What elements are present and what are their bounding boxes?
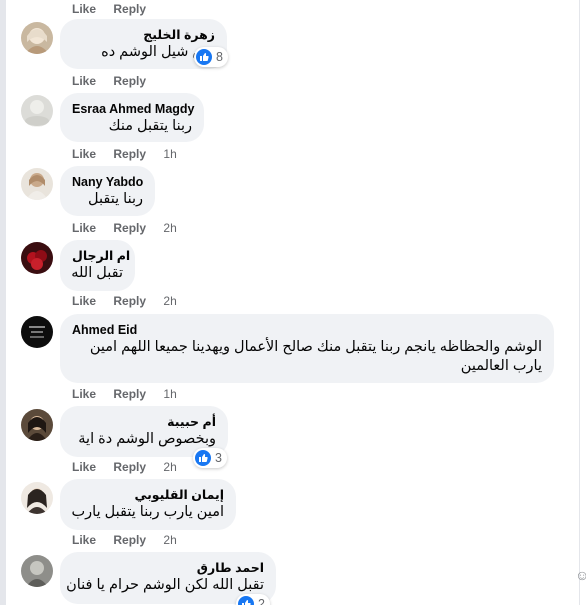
comment-actions: Like Reply 1h bbox=[72, 386, 177, 402]
comment-author[interactable]: احمد طارق bbox=[72, 560, 264, 576]
comment-author[interactable]: زهرة الخليج bbox=[72, 27, 215, 43]
like-icon bbox=[196, 49, 212, 65]
reply-link[interactable]: Reply bbox=[113, 387, 146, 401]
comment-time[interactable]: 2h bbox=[163, 533, 176, 547]
like-link[interactable]: Like bbox=[72, 74, 96, 88]
like-link[interactable]: Like bbox=[72, 533, 96, 547]
like-link[interactable]: Like bbox=[72, 147, 96, 161]
reaction-count: 8 bbox=[216, 50, 223, 64]
comment-bubble: إيمان القليوبي امين يارب ربنا يتقبل يارب bbox=[60, 479, 236, 530]
comment-bubble: Esraa Ahmed Magdy ربنا يتقبل منك bbox=[60, 93, 204, 142]
comment-actions: Like Reply 2h bbox=[72, 459, 177, 475]
comment-time[interactable]: 2h bbox=[163, 221, 176, 235]
comment-actions: Like Reply 2h bbox=[72, 220, 177, 236]
comment-text: تقبل الله لكن الوشم حرام يا فنان bbox=[66, 577, 264, 593]
reply-link[interactable]: Reply bbox=[113, 147, 146, 161]
avatar[interactable] bbox=[21, 555, 53, 587]
top-comment-actions: Like Reply bbox=[72, 1, 160, 17]
comment-actions: Like Reply 2h bbox=[72, 532, 177, 548]
reply-link[interactable]: Reply bbox=[113, 2, 146, 16]
avatar[interactable] bbox=[21, 242, 53, 274]
reply-link[interactable]: Reply bbox=[113, 533, 146, 547]
comment-text: ربنا يتقبل bbox=[88, 191, 143, 207]
reply-link[interactable]: Reply bbox=[113, 221, 146, 235]
comment-text: تقبل الله bbox=[71, 265, 123, 281]
avatar[interactable] bbox=[21, 409, 53, 441]
avatar[interactable] bbox=[21, 22, 53, 54]
like-link[interactable]: Like bbox=[72, 2, 96, 16]
avatar[interactable] bbox=[21, 316, 53, 348]
avatar[interactable] bbox=[21, 482, 53, 514]
comment-author[interactable]: ام الرجال bbox=[72, 248, 130, 264]
comment-text: ربنا يتقبل منك bbox=[108, 118, 192, 134]
reply-link[interactable]: Reply bbox=[113, 74, 146, 88]
like-link[interactable]: Like bbox=[72, 221, 96, 235]
comment-bubble: Nany Yabdo ربنا يتقبل bbox=[60, 166, 155, 216]
comment-time[interactable]: 2h bbox=[163, 294, 176, 308]
like-link[interactable]: Like bbox=[72, 460, 96, 474]
comment-text: امين يارب ربنا يتقبل يارب bbox=[71, 504, 224, 520]
reaction-badge[interactable]: 2 bbox=[236, 594, 270, 605]
like-link[interactable]: Like bbox=[72, 294, 96, 308]
comment-actions: Like Reply bbox=[72, 73, 160, 89]
comment-actions: Like Reply 2h bbox=[72, 293, 177, 309]
reaction-count: 3 bbox=[215, 451, 222, 465]
comment-text: وبخصوص الوشم دة اية bbox=[78, 431, 216, 447]
reply-link[interactable]: Reply bbox=[113, 460, 146, 474]
comment-time[interactable]: 1h bbox=[163, 387, 176, 401]
avatar[interactable] bbox=[21, 95, 53, 127]
avatar[interactable] bbox=[21, 168, 53, 200]
panel-border bbox=[579, 0, 580, 605]
comment-author[interactable]: أم حبيبة bbox=[72, 414, 216, 430]
reaction-badge[interactable]: 8 bbox=[194, 47, 228, 67]
comment-actions: Like Reply 1h bbox=[72, 146, 177, 162]
comment-author[interactable]: Nany Yabdo bbox=[72, 174, 143, 190]
comment-time[interactable]: 1h bbox=[163, 147, 176, 161]
comment-author[interactable]: إيمان القليوبي bbox=[72, 487, 224, 503]
like-link[interactable]: Like bbox=[72, 387, 96, 401]
comment-bubble: ام الرجال تقبل الله bbox=[60, 240, 135, 291]
thread-line bbox=[0, 0, 6, 605]
like-icon bbox=[195, 450, 211, 466]
reaction-badge[interactable]: 3 bbox=[193, 448, 227, 468]
reply-link[interactable]: Reply bbox=[113, 294, 146, 308]
emoji-icon[interactable]: ☺ bbox=[575, 567, 586, 583]
comment-time[interactable]: 2h bbox=[163, 460, 176, 474]
comment-text: الوشم والحظاظه يانجم ربنا يتقبل منك صالح… bbox=[89, 339, 542, 374]
comment-bubble: Ahmed Eid الوشم والحظاظه يانجم ربنا يتقب… bbox=[60, 314, 554, 383]
comment-author[interactable]: Esraa Ahmed Magdy bbox=[72, 101, 195, 117]
comment-author[interactable]: Ahmed Eid bbox=[72, 322, 542, 338]
like-icon bbox=[238, 596, 254, 605]
reaction-count: 2 bbox=[258, 597, 265, 605]
